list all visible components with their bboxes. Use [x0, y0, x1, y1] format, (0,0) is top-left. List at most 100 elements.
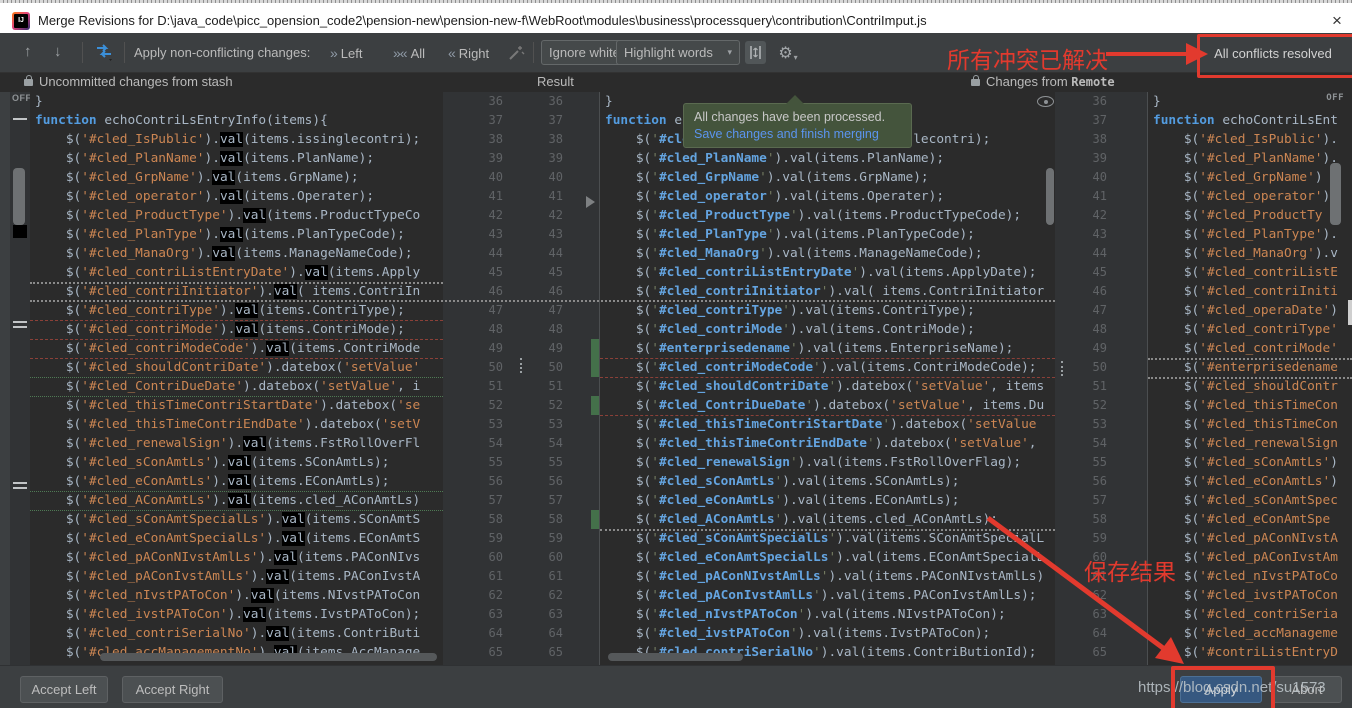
line-number: 49 [453, 339, 503, 358]
result-gutter: 3637383940414243444546474849505152535455… [443, 92, 600, 665]
change-marker-green [591, 339, 599, 377]
left-pane-editor: }function echoContriLsEntryInfo(items){ … [30, 92, 443, 665]
code-line: $('#cled_pAConNIvstAmlLs').val(items.PAC… [35, 548, 443, 567]
code-line: $('#contriListEntryD [1153, 643, 1352, 662]
code-line: $('#cled_PlanType'). [1153, 225, 1352, 244]
accept-left-button[interactable]: Accept Left [20, 676, 108, 703]
code-line: $('#cled_ivstPAToCon [1153, 586, 1352, 605]
line-number: 45 [453, 263, 503, 282]
branch-name: Remote [1071, 75, 1114, 89]
line-number: 61 [513, 567, 563, 586]
apply-left-button[interactable]: »Left [330, 45, 362, 61]
code-line: $('#cled_AConAmtLs').val(items.cled_ACon… [35, 491, 443, 510]
code-line: $('#cled_contriType').val(items.ContriTy… [35, 301, 443, 320]
line-number: 42 [1057, 206, 1107, 225]
tooltip-message: All changes have been processed. [694, 109, 901, 126]
line-number: 46 [513, 282, 563, 301]
code-line: $('#cled_thisTimeCon [1153, 415, 1352, 434]
window-title: Merge Revisions for D:\java_code\picc_op… [38, 13, 927, 28]
line-number: 60 [513, 548, 563, 567]
next-difference-icon[interactable]: ↓ [54, 43, 62, 60]
line-number: 42 [513, 206, 563, 225]
code-line: $('#cled_ManaOrg').val(items.ManageNameC… [35, 244, 443, 263]
accept-right-button[interactable]: Accept Right [122, 676, 223, 703]
eye-icon[interactable] [1037, 96, 1054, 107]
line-number: 45 [513, 263, 563, 282]
right-pane-editor: OFF }function echoContriLsEnt $('#cled_I… [1148, 92, 1352, 665]
previous-difference-icon[interactable]: ↑ [24, 43, 32, 60]
line-number: 55 [453, 453, 503, 472]
resolved-fold-marker [1061, 361, 1063, 376]
line-number: 54 [1057, 434, 1107, 453]
line-number: 36 [513, 92, 563, 111]
code-line: $('#cled_operator').val(items.Operater); [605, 187, 1055, 206]
code-line: $('#cled_sConAmtSpecialLs').val(items.SC… [605, 529, 1055, 548]
line-number: 50 [453, 358, 503, 377]
line-number: 44 [513, 244, 563, 263]
left-editor-horizontal-scrollbar[interactable] [100, 653, 437, 661]
close-icon[interactable]: × [1326, 10, 1348, 32]
line-number: 36 [1057, 92, 1107, 111]
line-number: 38 [513, 130, 563, 149]
line-number: 45 [1057, 263, 1107, 282]
code-line: $('#cled_pAConIvstAmlLs').val(items.PACo… [605, 586, 1055, 605]
code-line: $('#cled_contriType' [1153, 320, 1352, 339]
line-number: 37 [453, 111, 503, 130]
settings-gear-icon[interactable]: ⚙▾ [775, 42, 801, 64]
apply-all-button[interactable]: »«All [393, 45, 425, 61]
code-line: $('#cled_sConAmtSpecialLs').val(items.SC… [35, 510, 443, 529]
line-number: 60 [453, 548, 503, 567]
highlight-words-dropdown[interactable]: Highlight words ▾ [616, 40, 740, 65]
window-scrollbar-marker [1348, 300, 1352, 325]
line-number: 50 [1057, 358, 1107, 377]
line-number: 39 [453, 149, 503, 168]
result-editor-horizontal-scrollbar[interactable] [608, 653, 743, 661]
line-number: 59 [1057, 529, 1107, 548]
code-line: $('#cled_shouldContriDate').datebox('set… [35, 358, 443, 377]
code-line: $('#cled_ProductType').val(items.Product… [35, 206, 443, 225]
left-editor-vertical-scrollbar[interactable] [13, 168, 25, 225]
code-line: $('#cled_contriModeCode').val(items.Cont… [35, 339, 443, 358]
code-line: $('#cled_sConAmtLs') [1153, 453, 1352, 472]
save-and-finish-link[interactable]: Save changes and finish merging [694, 126, 901, 143]
code-line: $('#cled_operator') [1153, 187, 1352, 206]
diff-change-marker [13, 326, 27, 328]
line-number: 57 [453, 491, 503, 510]
code-line: $('#cled_PlanName').val(items.PlanName); [605, 149, 1055, 168]
code-line: $('#cled_operaDate') [1153, 301, 1352, 320]
code-line: $('#cled_sConAmtLs').val(items.SConAmtLs… [35, 453, 443, 472]
apply-right-button[interactable]: «Right [448, 45, 489, 61]
merge-toolbar: ↑ ↓ Apply non-conflicting changes: »Left… [0, 33, 1352, 73]
magic-wand-icon[interactable] [508, 44, 525, 64]
code-line: $('#cled_IsPublic').val(items.issingleco… [35, 130, 443, 149]
code-line: $('#cled_IsPublic'). [1153, 130, 1352, 149]
right-editor-vertical-scrollbar[interactable] [1330, 163, 1341, 225]
scrollbar-position-marker [13, 225, 27, 238]
line-number: 54 [453, 434, 503, 453]
code-line: $('#cled_eConAmtSpe [1153, 510, 1352, 529]
line-number: 39 [513, 149, 563, 168]
result-panel-header: Result [537, 74, 574, 89]
line-number: 62 [1057, 586, 1107, 605]
line-number: 53 [1057, 415, 1107, 434]
code-line: } [1153, 92, 1352, 111]
line-number: 41 [513, 187, 563, 206]
code-line: $('#cled_PlanName').val(items.PlanName); [35, 149, 443, 168]
result-editor-vertical-scrollbar[interactable] [1046, 168, 1054, 225]
line-number: 53 [513, 415, 563, 434]
left-edge-strip [0, 92, 10, 665]
toolbar-divider [124, 42, 125, 63]
code-line: $('#cled_contriModeCode').val(items.Cont… [605, 358, 1055, 377]
code-line: $('#cled_contriMode').val(items.ContriMo… [35, 320, 443, 339]
toolbar-divider [82, 42, 83, 63]
line-number: 56 [513, 472, 563, 491]
apply-all-nonconflicting-icon[interactable] [93, 41, 115, 66]
line-number: 51 [513, 377, 563, 396]
line-number: 59 [453, 529, 503, 548]
compare-columns-icon[interactable] [745, 41, 766, 64]
line-number: 46 [1057, 282, 1107, 301]
change-marker-green [591, 510, 599, 529]
code-line: } [35, 92, 443, 111]
soft-wrap-off-label: OFF [12, 93, 32, 103]
code-line: $('#cled_PlanType').val(items.PlanTypeCo… [605, 225, 1055, 244]
